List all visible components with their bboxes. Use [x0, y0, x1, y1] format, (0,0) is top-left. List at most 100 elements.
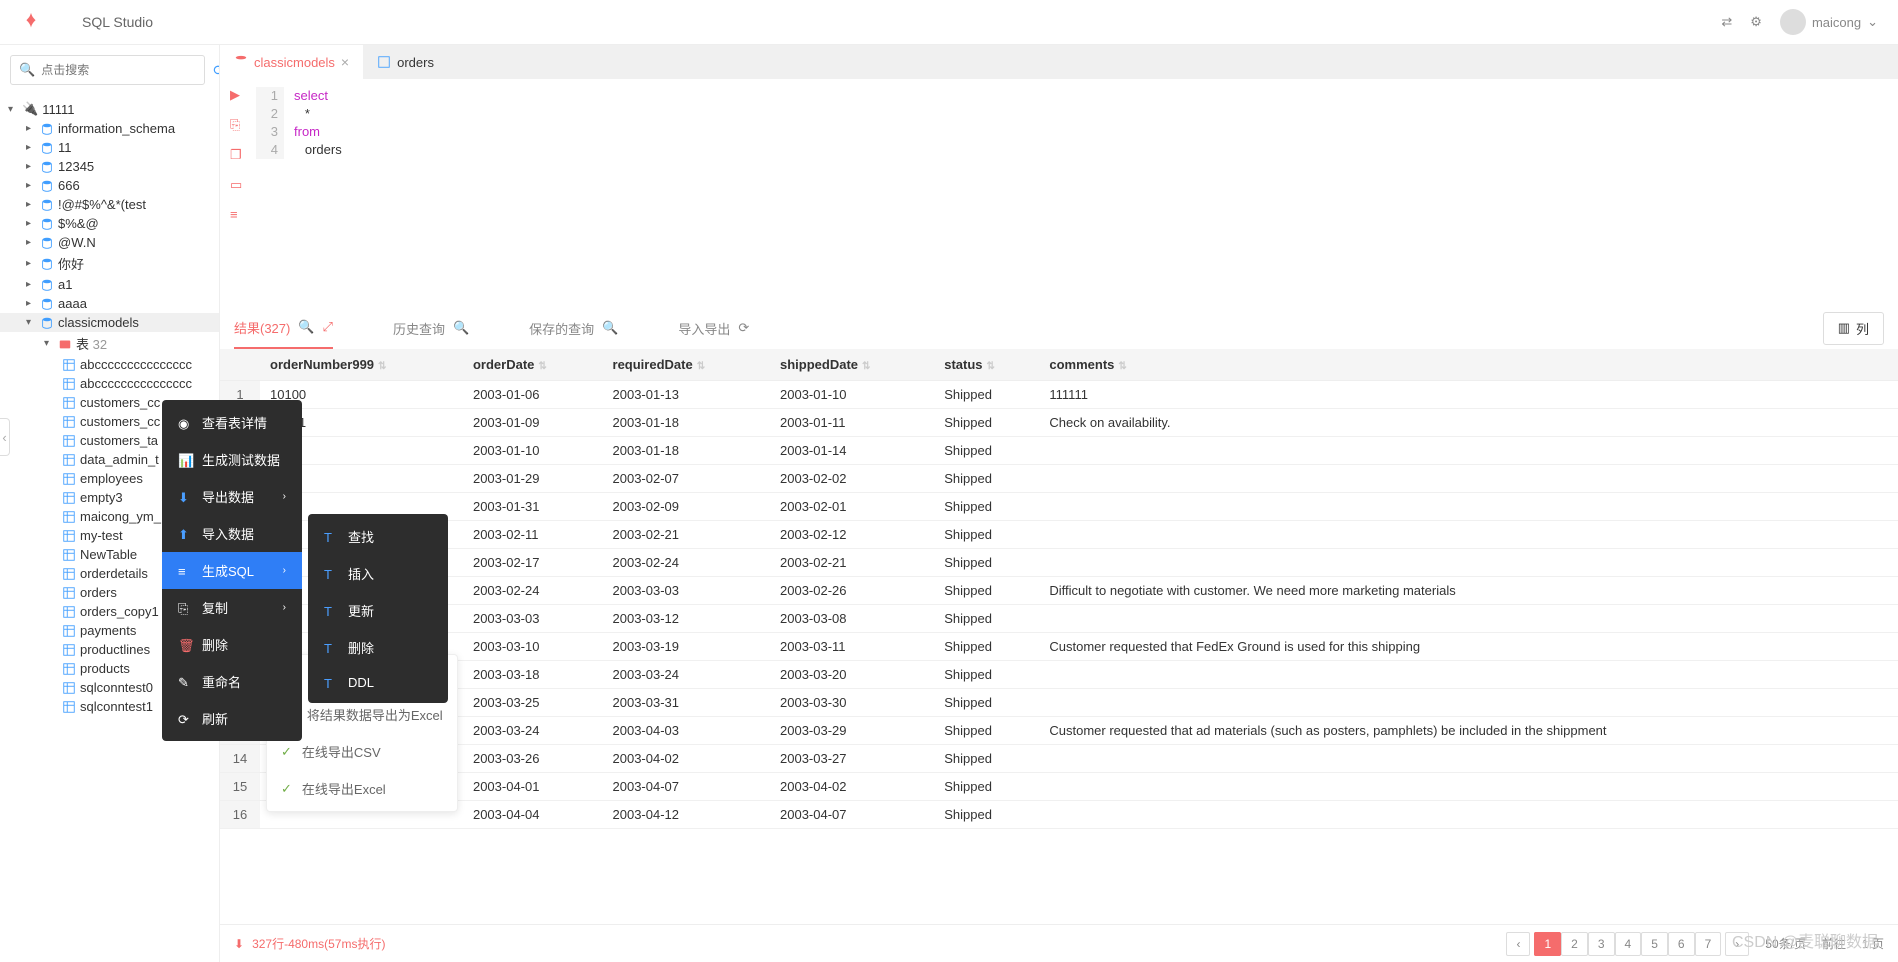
cell[interactable] [1039, 773, 1898, 801]
table-row[interactable]: 92003-03-032003-03-122003-03-08Shipped [220, 605, 1898, 633]
cell[interactable]: 2003-03-10 [463, 633, 603, 661]
table-row[interactable]: 71062003-02-172003-02-242003-02-21Shippe… [220, 549, 1898, 577]
tree-table[interactable]: abccccccccccccccc [0, 374, 219, 393]
cell[interactable]: Shipped [934, 521, 1039, 549]
table-row[interactable]: 162003-04-042003-04-122003-04-07Shipped [220, 801, 1898, 829]
tree-db[interactable]: ▸@W.N [0, 233, 219, 252]
prev-page[interactable]: ‹ [1506, 932, 1530, 956]
column-header[interactable]: shippedDate⇅ [770, 349, 934, 381]
page-button[interactable]: 7 [1695, 932, 1722, 956]
table-row[interactable]: 102003-03-102003-03-192003-03-11ShippedC… [220, 633, 1898, 661]
cell[interactable]: 2003-01-11 [770, 409, 934, 437]
ctx-gen-test[interactable]: 📊生成测试数据 [162, 441, 302, 478]
cell[interactable]: 2003-03-12 [603, 605, 770, 633]
cell[interactable]: Shipped [934, 437, 1039, 465]
cell[interactable] [1039, 745, 1898, 773]
cell[interactable]: Check on availability. [1039, 409, 1898, 437]
columns-button[interactable]: ▥列 [1823, 312, 1884, 345]
file-icon[interactable]: ▭ [230, 177, 246, 193]
search-icon[interactable]: 🔍 [298, 319, 314, 335]
tree-db[interactable]: ▸你好 [0, 252, 219, 275]
cell[interactable] [1039, 549, 1898, 577]
table-row[interactable]: 132003-03-242003-04-032003-03-29ShippedC… [220, 717, 1898, 745]
ctx-sql-delete[interactable]: T删除 [308, 629, 448, 666]
table-row[interactable]: 41032003-01-292003-02-072003-02-02Shippe… [220, 465, 1898, 493]
column-header[interactable]: orderNumber999⇅ [260, 349, 463, 381]
ctx-sql-ddl[interactable]: TDDL [308, 666, 448, 699]
tree-db[interactable]: ▸11 [0, 138, 219, 157]
cell[interactable]: Shipped [934, 493, 1039, 521]
cell[interactable] [1039, 801, 1898, 829]
tree-db[interactable]: ▸information_schema [0, 119, 219, 138]
cell[interactable]: 111111 [1039, 381, 1898, 409]
next-page[interactable]: › [1725, 932, 1749, 956]
cell[interactable] [1039, 437, 1898, 465]
page-size[interactable]: 50条/页 [1765, 935, 1806, 952]
cell[interactable]: Shipped [934, 633, 1039, 661]
table-row[interactable]: 61052003-02-112003-02-212003-02-12Shippe… [220, 521, 1898, 549]
cell[interactable]: 2003-04-02 [770, 773, 934, 801]
cell[interactable]: Customer requested that FedEx Ground is … [1039, 633, 1898, 661]
tree-db[interactable]: ▸$%&@ [0, 214, 219, 233]
close-icon[interactable]: × [341, 54, 349, 70]
tree-db[interactable]: ▾classicmodels [0, 313, 219, 332]
ctx-view-detail[interactable]: ◉查看表详情 [162, 404, 302, 441]
cell[interactable]: 2003-04-07 [603, 773, 770, 801]
cell[interactable]: 2003-01-31 [463, 493, 603, 521]
cell[interactable]: 2003-02-11 [463, 521, 603, 549]
search-icon[interactable]: 🔍 [602, 320, 618, 336]
cell[interactable]: 2003-01-18 [603, 437, 770, 465]
import-export-tab[interactable]: 导入导出⟳ [678, 309, 749, 348]
tree-db[interactable]: ▸12345 [0, 157, 219, 176]
saved-query-tab[interactable]: 保存的查询🔍 [529, 309, 618, 348]
cell[interactable] [1039, 521, 1898, 549]
tree-db[interactable]: ▸!@#$%^&*(test [0, 195, 219, 214]
cell[interactable] [1039, 465, 1898, 493]
cell[interactable]: Shipped [934, 605, 1039, 633]
table-row[interactable]: 31022003-01-102003-01-182003-01-14Shippe… [220, 437, 1898, 465]
cell[interactable]: 2003-01-13 [603, 381, 770, 409]
cell[interactable]: 2003-04-07 [770, 801, 934, 829]
tab-classicmodels[interactable]: classicmodels × [220, 45, 363, 79]
cell[interactable]: Shipped [934, 409, 1039, 437]
cell[interactable]: 2003-03-20 [770, 661, 934, 689]
column-header[interactable]: orderDate⇅ [463, 349, 603, 381]
cell[interactable]: 2003-02-07 [603, 465, 770, 493]
table-row[interactable]: 112003-03-182003-03-242003-03-20Shipped [220, 661, 1898, 689]
cell[interactable]: Shipped [934, 745, 1039, 773]
cell[interactable]: 2003-03-19 [603, 633, 770, 661]
cell[interactable]: 2003-03-03 [603, 577, 770, 605]
format-icon[interactable]: ⎘ [230, 117, 246, 133]
cell[interactable]: 2003-03-18 [463, 661, 603, 689]
table-row[interactable]: 122003-03-252003-03-312003-03-30Shipped [220, 689, 1898, 717]
cell[interactable]: 2003-01-10 [463, 437, 603, 465]
tree-db[interactable]: ▸aaaa [0, 294, 219, 313]
ctx-delete[interactable]: 🗑删除 [162, 626, 302, 663]
cell[interactable]: 2003-03-31 [603, 689, 770, 717]
cell[interactable]: 2003-02-21 [770, 549, 934, 577]
cell[interactable]: 2003-02-21 [603, 521, 770, 549]
cell[interactable]: 2003-03-24 [463, 717, 603, 745]
ctx-sql-insert[interactable]: T插入 [308, 555, 448, 592]
page-button[interactable]: 1 [1534, 932, 1561, 956]
cell[interactable] [1039, 605, 1898, 633]
cell[interactable]: 2003-04-12 [603, 801, 770, 829]
cell[interactable]: 2003-01-09 [463, 409, 603, 437]
cell[interactable]: 2003-01-18 [603, 409, 770, 437]
tree-tables-folder[interactable]: ▾表 32 [0, 332, 219, 355]
cell[interactable]: 2003-03-30 [770, 689, 934, 717]
table-row[interactable]: 1101002003-01-062003-01-132003-01-10Ship… [220, 381, 1898, 409]
save-icon[interactable]: ❐ [230, 147, 246, 163]
collapse-handle[interactable]: ‹ [0, 418, 10, 456]
cell[interactable]: 2003-01-29 [463, 465, 603, 493]
cell[interactable]: 2003-02-17 [463, 549, 603, 577]
cell[interactable]: Shipped [934, 801, 1039, 829]
page-button[interactable]: 3 [1588, 932, 1615, 956]
tree-table[interactable]: abccccccccccccccc [0, 355, 219, 374]
results-tab[interactable]: 结果(327)🔍⤢ [234, 308, 333, 349]
cell[interactable]: Shipped [934, 661, 1039, 689]
expand-icon[interactable]: ⤢ [323, 319, 333, 335]
cell[interactable] [1039, 661, 1898, 689]
refresh-icon[interactable]: ⟳ [213, 62, 220, 79]
tree-db[interactable]: ▸666 [0, 176, 219, 195]
